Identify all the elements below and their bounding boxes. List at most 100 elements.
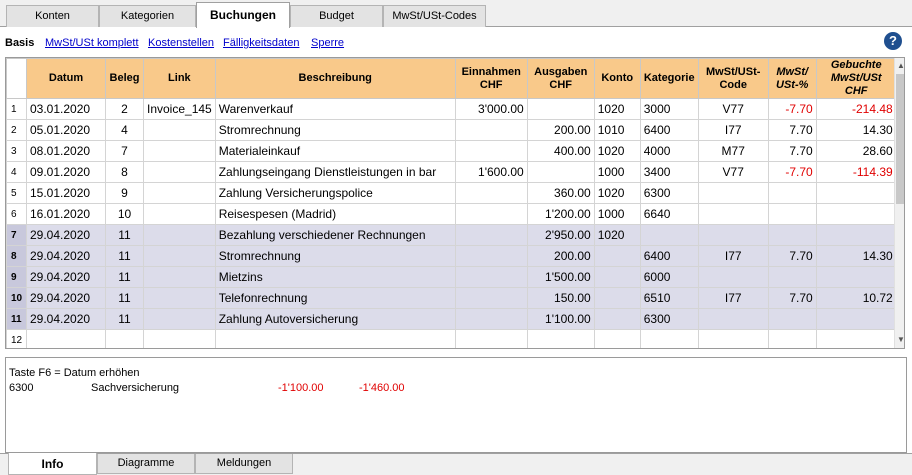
col-header-ausgaben[interactable]: Ausgaben CHF xyxy=(526,58,595,99)
cell-beleg[interactable]: 11 xyxy=(105,245,144,267)
col-header-kategorie[interactable]: Kategorie xyxy=(639,58,699,99)
cell-gebuchte-mwst[interactable] xyxy=(815,203,897,225)
scroll-up-icon[interactable]: ▲ xyxy=(895,60,904,72)
cell-mwst-pct[interactable] xyxy=(767,182,817,204)
col-header-gebuchte-mwst[interactable]: Gebuchte MwSt/USt CHF xyxy=(815,58,897,99)
cell-datum[interactable] xyxy=(26,329,106,348)
cell-beleg[interactable]: 11 xyxy=(105,308,144,330)
cell-beschreibung[interactable]: Bezahlung verschiedener Rechnungen xyxy=(214,224,456,246)
cell-beschreibung[interactable]: Zahlung Autoversicherung xyxy=(214,308,456,330)
cell-kategorie[interactable]: 6300 xyxy=(639,182,699,204)
cell-link[interactable] xyxy=(143,224,216,246)
cell-einnahmen[interactable]: 1'600.00 xyxy=(454,161,528,183)
cell-ausgaben[interactable]: 150.00 xyxy=(526,287,595,309)
cell-konto[interactable] xyxy=(593,329,641,348)
col-header-datum[interactable]: Datum xyxy=(26,58,106,99)
cell-link[interactable] xyxy=(143,161,216,183)
cell-datum[interactable]: 29.04.2020 xyxy=(26,308,106,330)
cell-mwst-pct[interactable] xyxy=(767,308,817,330)
table-row[interactable]: 7 29.04.2020 11 Bezahlung verschiedener Rec… xyxy=(6,224,897,246)
table-row[interactable]: 4 09.01.2020 8 Zahlungseingang Dienstleistu… xyxy=(6,161,897,183)
row-number[interactable]: 12 xyxy=(6,329,27,348)
cell-beleg[interactable]: 8 xyxy=(105,161,144,183)
cell-link[interactable] xyxy=(143,329,216,348)
tab-diagramme[interactable]: Diagramme xyxy=(97,454,195,474)
row-number[interactable]: 9 xyxy=(6,266,27,288)
scroll-down-icon[interactable]: ▼ xyxy=(895,334,904,346)
cell-konto[interactable]: 1000 xyxy=(593,203,641,225)
cell-konto[interactable]: 1000 xyxy=(593,161,641,183)
cell-datum[interactable]: 03.01.2020 xyxy=(26,98,106,120)
cell-mwst-code[interactable]: M77 xyxy=(697,140,769,162)
table-row[interactable]: 3 08.01.2020 7 Materialeinkauf 400.00 1020 400… xyxy=(6,140,897,162)
cell-datum[interactable]: 08.01.2020 xyxy=(26,140,106,162)
cell-konto[interactable]: 1020 xyxy=(593,224,641,246)
cell-konto[interactable] xyxy=(593,266,641,288)
cell-mwst-code[interactable] xyxy=(697,329,769,348)
cell-datum[interactable]: 09.01.2020 xyxy=(26,161,106,183)
cell-einnahmen[interactable] xyxy=(454,140,528,162)
tab-buchungen[interactable]: Buchungen xyxy=(196,2,290,28)
cell-beleg[interactable]: 11 xyxy=(105,224,144,246)
cell-gebuchte-mwst[interactable] xyxy=(815,224,897,246)
cell-beschreibung[interactable] xyxy=(214,329,456,348)
row-number[interactable]: 7 xyxy=(6,224,27,246)
cell-mwst-code[interactable]: I77 xyxy=(697,119,769,141)
cell-link[interactable] xyxy=(143,140,216,162)
table-row[interactable]: 10 29.04.2020 11 Telefonrechnung 150.00 6510 I… xyxy=(6,287,897,309)
cell-ausgaben[interactable]: 400.00 xyxy=(526,140,595,162)
view-link-sperre[interactable]: Sperre xyxy=(311,37,344,49)
cell-gebuchte-mwst[interactable] xyxy=(815,329,897,348)
cell-mwst-pct[interactable]: 7.70 xyxy=(767,140,817,162)
cell-mwst-pct[interactable] xyxy=(767,266,817,288)
table-row[interactable]: 11 29.04.2020 11 Zahlung Autoversicherung 1'… xyxy=(6,308,897,330)
cell-gebuchte-mwst[interactable]: -114.39 xyxy=(815,161,897,183)
tab-meldungen[interactable]: Meldungen xyxy=(195,454,293,474)
cell-beschreibung[interactable]: Materialeinkauf xyxy=(214,140,456,162)
row-number[interactable]: 6 xyxy=(6,203,27,225)
col-header-link[interactable]: Link xyxy=(143,58,216,99)
cell-link[interactable] xyxy=(143,203,216,225)
cell-konto[interactable]: 1020 xyxy=(593,98,641,120)
cell-gebuchte-mwst[interactable] xyxy=(815,308,897,330)
vertical-scrollbar[interactable]: ▲ ▼ xyxy=(894,58,904,348)
cell-konto[interactable]: 1010 xyxy=(593,119,641,141)
cell-einnahmen[interactable]: 3'000.00 xyxy=(454,98,528,120)
row-number[interactable]: 10 xyxy=(6,287,27,309)
col-header-beleg[interactable]: Beleg xyxy=(105,58,144,99)
table-row[interactable]: 2 05.01.2020 4 Stromrechnung 200.00 1010 6400 I… xyxy=(6,119,897,141)
cell-einnahmen[interactable] xyxy=(454,119,528,141)
cell-kategorie[interactable]: 6300 xyxy=(639,308,699,330)
col-header-mwst-pct[interactable]: MwSt/USt-% xyxy=(767,58,817,99)
cell-mwst-code[interactable] xyxy=(697,203,769,225)
row-number[interactable]: 11 xyxy=(6,308,27,330)
tab-kategorien[interactable]: Kategorien xyxy=(99,5,196,27)
cell-mwst-code[interactable] xyxy=(697,224,769,246)
cell-einnahmen[interactable] xyxy=(454,329,528,348)
cell-kategorie[interactable]: 6400 xyxy=(639,119,699,141)
cell-einnahmen[interactable] xyxy=(454,203,528,225)
row-number[interactable]: 4 xyxy=(6,161,27,183)
tab-mwst-codes[interactable]: MwSt/USt-Codes xyxy=(383,5,486,27)
cell-mwst-pct[interactable]: -7.70 xyxy=(767,161,817,183)
cell-kategorie[interactable] xyxy=(639,329,699,348)
table-row[interactable]: 6 16.01.2020 10 Reisespesen (Madrid) 1'200.0… xyxy=(6,203,897,225)
cell-beschreibung[interactable]: Reisespesen (Madrid) xyxy=(214,203,456,225)
cell-datum[interactable]: 15.01.2020 xyxy=(26,182,106,204)
cell-ausgaben[interactable] xyxy=(526,329,595,348)
cell-link[interactable] xyxy=(143,308,216,330)
cell-ausgaben[interactable]: 200.00 xyxy=(526,119,595,141)
cell-mwst-pct[interactable]: 7.70 xyxy=(767,245,817,267)
cell-kategorie[interactable] xyxy=(639,224,699,246)
cell-gebuchte-mwst[interactable]: 14.30 xyxy=(815,245,897,267)
cell-ausgaben[interactable]: 2'950.00 xyxy=(526,224,595,246)
cell-mwst-pct[interactable] xyxy=(767,224,817,246)
cell-beleg[interactable]: 11 xyxy=(105,287,144,309)
cell-beschreibung[interactable]: Telefonrechnung xyxy=(214,287,456,309)
cell-mwst-pct[interactable]: 7.70 xyxy=(767,287,817,309)
view-basis[interactable]: Basis xyxy=(5,37,34,49)
cell-kategorie[interactable]: 6640 xyxy=(639,203,699,225)
cell-ausgaben[interactable]: 1'200.00 xyxy=(526,203,595,225)
cell-ausgaben[interactable]: 1'500.00 xyxy=(526,266,595,288)
col-header-konto[interactable]: Konto xyxy=(593,58,641,99)
